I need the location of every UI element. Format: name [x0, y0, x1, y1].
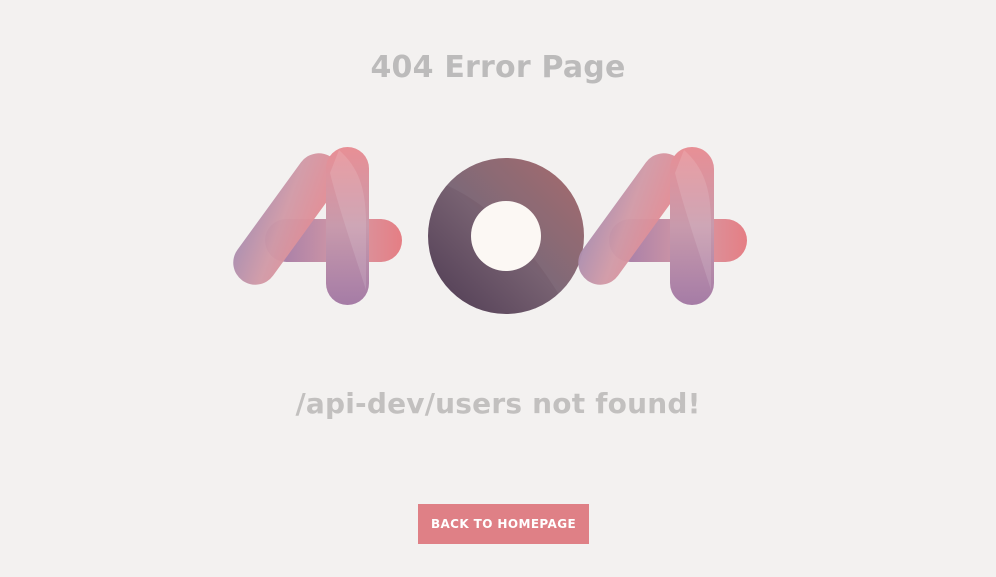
- not-found-message: /api-dev/users not found!: [295, 387, 701, 420]
- zero-ring: [428, 158, 584, 314]
- left-four-stem: [326, 147, 369, 305]
- left-four-diagonal: [233, 153, 341, 285]
- left-four-sheen: [330, 150, 366, 290]
- back-to-homepage-button[interactable]: BACK TO HOMEPAGE: [418, 504, 589, 544]
- zero-center: [471, 201, 541, 271]
- right-four-glyph: [578, 147, 747, 305]
- right-four-stem: [670, 147, 714, 305]
- right-four-diagonal: [578, 153, 686, 285]
- page-title: 404 Error Page: [370, 50, 626, 85]
- left-four-bar: [265, 219, 402, 262]
- error-404-illustration: [233, 147, 747, 314]
- left-four-glyph: [233, 147, 402, 305]
- right-four-bar: [609, 219, 747, 262]
- zero-glyph: [428, 158, 584, 314]
- zero-ring-sheen: [446, 158, 584, 298]
- right-four-sheen: [675, 150, 711, 290]
